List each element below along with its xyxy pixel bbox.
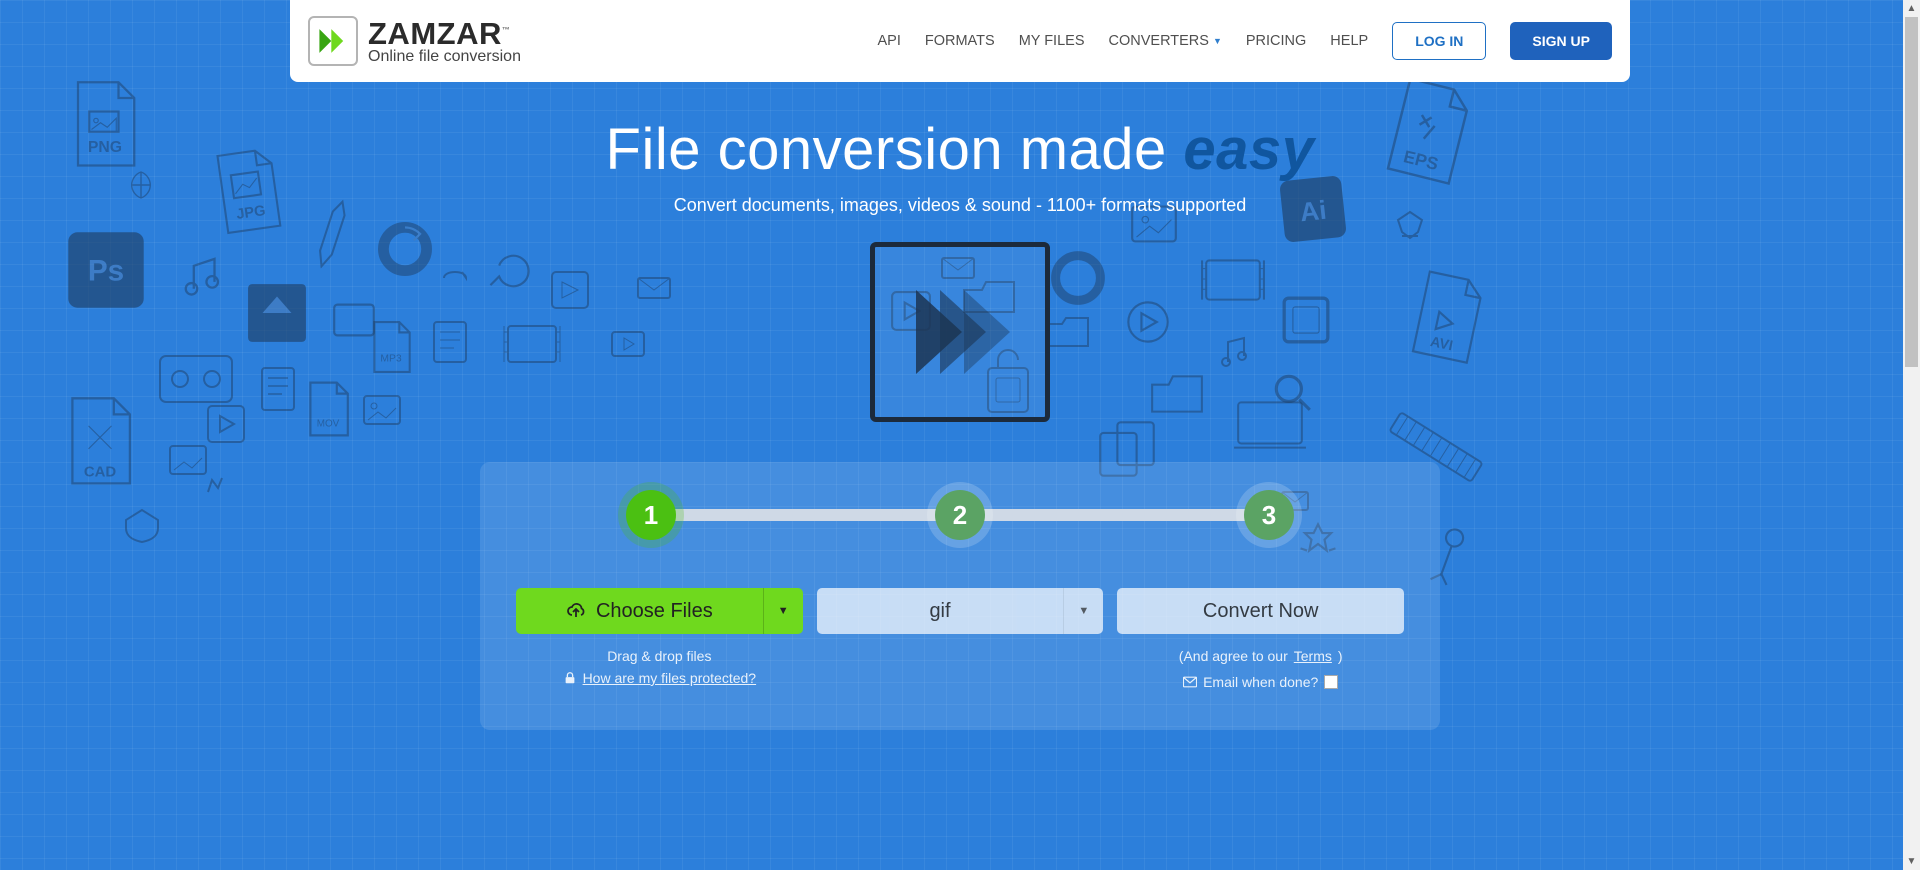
format-select[interactable]: gif <box>817 588 1064 634</box>
trademark: ™ <box>502 26 511 35</box>
nav-pricing[interactable]: PRICING <box>1246 33 1306 49</box>
convert-button[interactable]: Convert Now <box>1117 588 1404 634</box>
envelope-icon <box>1183 675 1197 689</box>
signup-button[interactable]: SIGN UP <box>1510 22 1612 60</box>
scrollbar-thumb[interactable] <box>1905 17 1918 367</box>
email-when-done-checkbox[interactable] <box>1324 675 1338 689</box>
step-3: 3 <box>1244 490 1294 540</box>
format-select-caret[interactable]: ▼ <box>1063 588 1103 634</box>
main-nav: API FORMATS MY FILES CONVERTERS▼ PRICING… <box>878 22 1613 60</box>
brand[interactable]: ZAMZAR™ Online file conversion <box>368 16 521 66</box>
scroll-up-icon[interactable]: ▲ <box>1903 0 1920 17</box>
files-protected-link[interactable]: How are my files protected? <box>583 670 757 686</box>
hero-title: File conversion made easy <box>0 116 1920 183</box>
header: ZAMZAR™ Online file conversion API FORMA… <box>290 0 1630 82</box>
scrollbar[interactable]: ▲ ▼ <box>1903 0 1920 870</box>
scroll-down-icon[interactable]: ▼ <box>1903 853 1920 870</box>
logo-icon[interactable] <box>308 16 358 66</box>
upload-cloud-icon <box>566 601 586 621</box>
choose-files-dropdown[interactable]: ▼ <box>763 588 803 634</box>
brand-name: ZAMZAR <box>368 16 502 51</box>
nav-myfiles[interactable]: MY FILES <box>1019 33 1085 49</box>
step-indicator: 1 2 3 <box>516 490 1404 540</box>
step-1: 1 <box>626 490 676 540</box>
choose-files-button[interactable]: Choose Files <box>516 588 763 634</box>
login-button[interactable]: LOG IN <box>1392 22 1486 60</box>
hero: File conversion made easy Convert docume… <box>0 116 1920 216</box>
lock-icon <box>563 671 577 685</box>
nav-api[interactable]: API <box>878 33 901 49</box>
terms-hint: (And agree to our Terms) <box>1179 648 1343 664</box>
chevron-down-icon: ▼ <box>1213 36 1222 46</box>
nav-converters[interactable]: CONVERTERS▼ <box>1109 33 1222 49</box>
conversion-panel: 1 2 3 Choose Files ▼ Drag & drop files H… <box>480 462 1440 730</box>
hero-logo-icon <box>870 242 1050 422</box>
hero-subtitle: Convert documents, images, videos & soun… <box>0 195 1920 216</box>
terms-link[interactable]: Terms <box>1294 648 1332 664</box>
email-when-done-label: Email when done? <box>1203 674 1318 690</box>
step-2: 2 <box>935 490 985 540</box>
nav-help[interactable]: HELP <box>1330 33 1368 49</box>
nav-formats[interactable]: FORMATS <box>925 33 995 49</box>
dragdrop-hint: Drag & drop files <box>607 648 711 664</box>
